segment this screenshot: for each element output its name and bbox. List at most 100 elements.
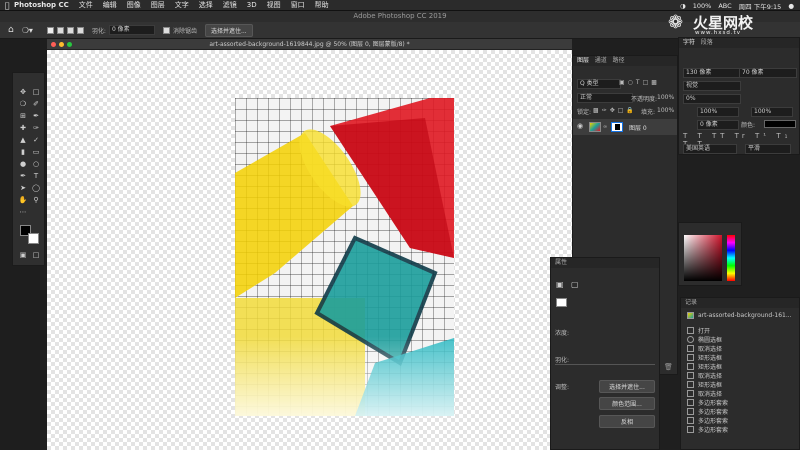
- feather-input[interactable]: 0 像素: [108, 25, 155, 35]
- tab-paths[interactable]: 路径: [613, 57, 625, 64]
- type-tool-icon[interactable]: T: [31, 172, 41, 181]
- antialias-method-select[interactable]: 平滑: [745, 144, 791, 154]
- text-color-swatch[interactable]: [764, 120, 796, 128]
- history-snapshot[interactable]: art-assorted-background-161...: [687, 312, 792, 319]
- menu-help[interactable]: 帮助: [315, 0, 329, 10]
- antialias-checkbox[interactable]: [162, 26, 170, 34]
- quick-mask-icon[interactable]: ▣: [18, 251, 28, 260]
- crop-tool-icon[interactable]: ⊞: [18, 112, 28, 121]
- menu-file[interactable]: 文件: [79, 0, 93, 10]
- menu-edit[interactable]: 编辑: [103, 0, 117, 10]
- close-window-icon[interactable]: [51, 42, 56, 47]
- clock[interactable]: 周四 下午9:15: [739, 1, 782, 11]
- input-method[interactable]: ABC: [718, 2, 731, 10]
- document-image[interactable]: [235, 98, 454, 416]
- history-item[interactable]: 椭圆选框: [687, 335, 722, 344]
- menu-3d[interactable]: 3D: [247, 1, 257, 9]
- font-size-input[interactable]: 130 像素: [683, 68, 741, 78]
- edit-toolbar-icon[interactable]: ⋯: [18, 208, 28, 217]
- history-item[interactable]: 多边形套索: [687, 407, 728, 416]
- tsume-input[interactable]: 0%: [683, 94, 741, 104]
- lasso-tool-preset-icon[interactable]: ❍▾: [22, 26, 33, 35]
- pixel-mask-icon[interactable]: ▣: [556, 280, 564, 289]
- menu-type[interactable]: 文字: [175, 0, 189, 10]
- filter-icons[interactable]: ▣○T□▩: [619, 79, 660, 86]
- layer-filter-select[interactable]: Q 类型: [577, 79, 621, 89]
- history-item[interactable]: 多边形套索: [687, 416, 728, 425]
- history-item[interactable]: 打开: [687, 326, 710, 335]
- menu-view[interactable]: 视图: [267, 0, 281, 10]
- history-item[interactable]: 取消选择: [687, 371, 722, 380]
- quick-select-icon[interactable]: ✐: [31, 100, 41, 109]
- eyedropper-icon[interactable]: ✒: [31, 112, 41, 121]
- blend-mode-select[interactable]: 正常: [577, 93, 633, 103]
- delete-layer-icon[interactable]: 🗑: [664, 363, 673, 371]
- background-color-swatch[interactable]: [28, 233, 39, 244]
- layer-name[interactable]: 图层 0: [629, 123, 647, 132]
- select-and-mask-props-button[interactable]: 选择并遮住...: [599, 380, 655, 393]
- menu-image[interactable]: 图像: [127, 0, 141, 10]
- zoom-window-icon[interactable]: [67, 42, 72, 47]
- tab-paragraph[interactable]: 段落: [701, 39, 713, 46]
- screen-mode-icon[interactable]: □: [31, 251, 41, 260]
- selection-mode-icons[interactable]: [46, 26, 84, 34]
- language-select[interactable]: 美国英语: [683, 144, 737, 154]
- zoom-tool-icon[interactable]: ⚲: [31, 196, 41, 205]
- brush-tool-icon[interactable]: ✑: [31, 124, 41, 133]
- move-tool-icon[interactable]: ✥: [18, 88, 28, 97]
- history-item[interactable]: 矩形选框: [687, 380, 722, 389]
- baseline-shift-input[interactable]: 0 像素: [697, 120, 739, 130]
- vertical-scale-input[interactable]: 100%: [697, 107, 739, 117]
- tab-channels[interactable]: 通道: [595, 57, 607, 64]
- blur-tool-icon[interactable]: ●: [18, 160, 28, 169]
- eraser-icon[interactable]: ▮: [18, 148, 28, 157]
- leading-input[interactable]: 70 像素: [739, 68, 797, 78]
- minimize-window-icon[interactable]: [59, 42, 64, 47]
- vector-mask-icon[interactable]: ▢: [571, 280, 579, 289]
- menu-window[interactable]: 窗口: [291, 0, 305, 10]
- gradient-tool-icon[interactable]: ▭: [31, 148, 41, 157]
- lasso-tool-icon[interactable]: ❍: [18, 100, 28, 109]
- apple-icon[interactable]: : [0, 1, 14, 10]
- color-range-button[interactable]: 颜色范围...: [599, 397, 655, 410]
- history-item[interactable]: 取消选择: [687, 389, 722, 398]
- history-item[interactable]: 多边形套索: [687, 425, 728, 434]
- pen-tool-icon[interactable]: ✒: [18, 172, 28, 181]
- lock-icons[interactable]: ▩✑✥□🔒: [593, 107, 637, 114]
- ellipse-tool-icon[interactable]: ◯: [31, 184, 41, 193]
- healing-brush-icon[interactable]: ✚: [18, 124, 28, 133]
- history-brush-icon[interactable]: ✓: [31, 136, 41, 145]
- layer-row[interactable]: ◉ ∞ 图层 0: [573, 119, 677, 135]
- wifi-icon[interactable]: ◑: [680, 2, 686, 10]
- menu-layer[interactable]: 图层: [151, 0, 165, 10]
- tab-layers[interactable]: 图层: [577, 57, 589, 64]
- history-item[interactable]: 矩形选框: [687, 353, 722, 362]
- layer-thumbnail[interactable]: [589, 122, 601, 132]
- feather-slider[interactable]: [555, 364, 655, 365]
- history-item[interactable]: 取消选择: [687, 344, 722, 353]
- visibility-eye-icon[interactable]: ◉: [577, 122, 583, 130]
- opacity-input[interactable]: 100%: [657, 94, 674, 101]
- dodge-tool-icon[interactable]: ○: [31, 160, 41, 169]
- app-menu[interactable]: Photoshop CC: [14, 1, 69, 9]
- siri-icon[interactable]: ●: [788, 2, 794, 10]
- home-icon[interactable]: ⌂: [8, 25, 14, 35]
- path-select-icon[interactable]: ➤: [18, 184, 28, 193]
- battery-label[interactable]: 100%: [693, 2, 712, 10]
- history-item[interactable]: 矩形选框: [687, 362, 722, 371]
- kerning-select[interactable]: 视觉: [683, 81, 741, 91]
- history-item[interactable]: 多边形套索: [687, 398, 728, 407]
- color-field[interactable]: [684, 235, 722, 281]
- clone-stamp-icon[interactable]: ▲: [18, 136, 28, 145]
- tab-character[interactable]: 字符: [683, 39, 695, 46]
- hue-slider[interactable]: [727, 235, 735, 281]
- menu-select[interactable]: 选择: [199, 0, 213, 10]
- marquee-tool-icon[interactable]: □: [31, 88, 41, 97]
- select-and-mask-button[interactable]: 选择并遮住...: [204, 23, 253, 37]
- link-icon[interactable]: ∞: [603, 124, 607, 130]
- layer-mask-thumbnail[interactable]: [611, 122, 623, 132]
- fill-input[interactable]: 100%: [657, 107, 674, 114]
- menu-filter[interactable]: 滤镜: [223, 0, 237, 10]
- document-tab[interactable]: art-assorted-background-1619844.jpg @ 50…: [47, 39, 572, 50]
- invert-button[interactable]: 反相: [599, 415, 655, 428]
